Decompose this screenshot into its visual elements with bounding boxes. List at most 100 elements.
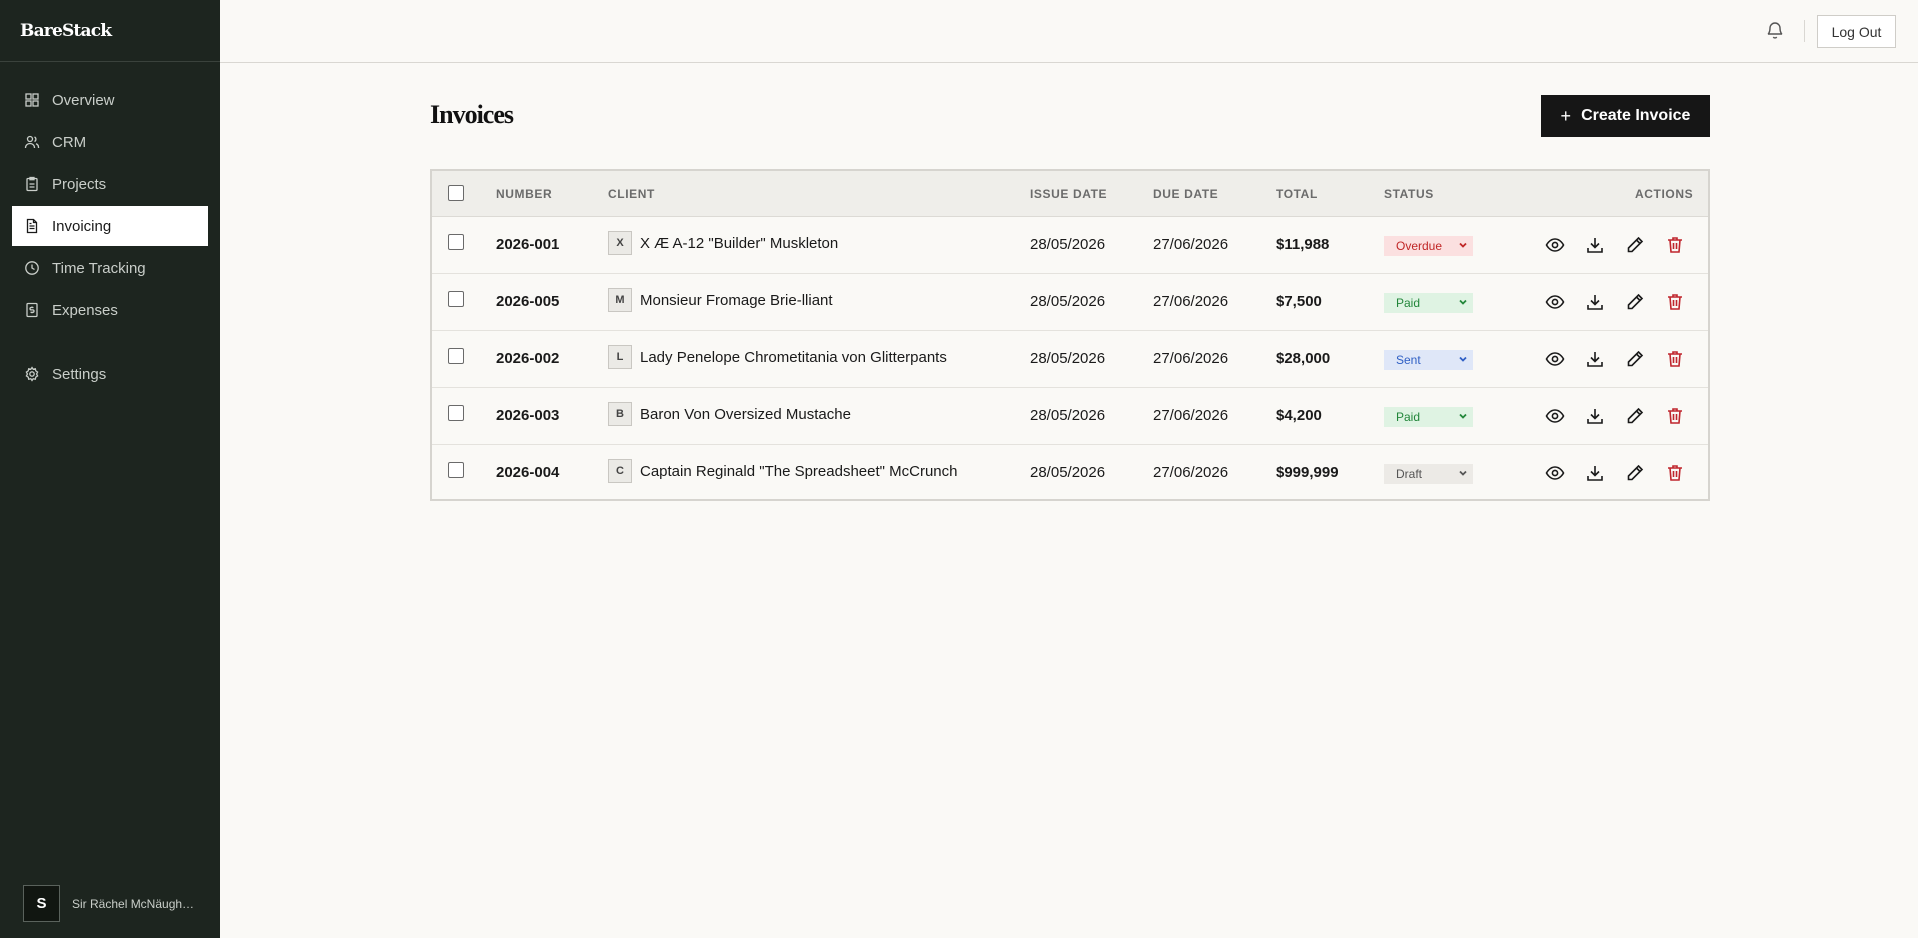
invoice-total: $7,500 xyxy=(1276,293,1322,310)
pencil-icon[interactable] xyxy=(1624,348,1646,370)
pencil-icon[interactable] xyxy=(1624,291,1646,313)
sidebar-item-label: CRM xyxy=(52,133,87,151)
users-icon xyxy=(24,134,40,150)
pencil-icon[interactable] xyxy=(1624,462,1646,484)
client-initial-badge: C xyxy=(608,459,632,483)
due-date: 27/06/2026 xyxy=(1153,407,1229,424)
bell-icon[interactable] xyxy=(1765,20,1785,40)
row-actions xyxy=(1544,234,1686,256)
table-row: 2026-005 M Monsieur Fromage Brie-lliant … xyxy=(432,274,1708,331)
due-date: 27/06/2026 xyxy=(1153,464,1229,481)
due-date: 27/06/2026 xyxy=(1153,293,1229,310)
status-select[interactable]: Paid xyxy=(1384,407,1473,427)
column-header-due-date[interactable]: DUE DATE xyxy=(1153,187,1218,201)
column-header-client[interactable]: CLIENT xyxy=(608,187,655,201)
invoice-total: $28,000 xyxy=(1276,350,1331,367)
trash-icon[interactable] xyxy=(1664,348,1686,370)
trash-icon[interactable] xyxy=(1664,462,1686,484)
invoice-number[interactable]: 2026-002 xyxy=(496,350,559,367)
eye-icon[interactable] xyxy=(1544,234,1566,256)
sidebar-item-expenses[interactable]: Expenses xyxy=(12,290,208,330)
sidebar-nav: Overview CRM Projects Invoicing Time Tra… xyxy=(0,62,220,394)
client-name: Baron Von Oversized Mustache xyxy=(640,405,851,423)
chevron-down-icon xyxy=(1457,410,1469,422)
sidebar-item-invoicing[interactable]: Invoicing xyxy=(12,206,208,246)
sidebar: BareStack Overview CRM Projects Invoicin… xyxy=(0,0,220,938)
eye-icon[interactable] xyxy=(1544,462,1566,484)
brand-logo[interactable]: BareStack xyxy=(0,0,220,62)
trash-icon[interactable] xyxy=(1664,405,1686,427)
pencil-icon[interactable] xyxy=(1624,234,1646,256)
sidebar-item-overview[interactable]: Overview xyxy=(12,80,208,120)
eye-icon[interactable] xyxy=(1544,405,1566,427)
topbar: Log Out xyxy=(220,0,1918,63)
column-header-issue-date[interactable]: ISSUE DATE xyxy=(1030,187,1107,201)
sidebar-item-projects[interactable]: Projects xyxy=(12,164,208,204)
user-name: Sir Rächel McNäughtington xyxy=(72,896,197,911)
column-header-total[interactable]: TOTAL xyxy=(1276,187,1318,201)
sidebar-item-time-tracking[interactable]: Time Tracking xyxy=(12,248,208,288)
row-checkbox[interactable] xyxy=(448,234,464,250)
table-header: NUMBER CLIENT ISSUE DATE DUE DATE TOTAL … xyxy=(432,171,1708,217)
table-row: 2026-003 B Baron Von Oversized Mustache … xyxy=(432,388,1708,445)
row-checkbox[interactable] xyxy=(448,405,464,421)
sidebar-item-crm[interactable]: CRM xyxy=(12,122,208,162)
table-row: 2026-001 X X Æ A-12 "Builder" Muskleton … xyxy=(432,217,1708,274)
status-value: Overdue xyxy=(1396,239,1443,253)
sidebar-item-label: Settings xyxy=(52,365,107,383)
plus-icon: + xyxy=(1560,105,1572,126)
column-header-number[interactable]: NUMBER xyxy=(496,187,552,201)
pencil-icon[interactable] xyxy=(1624,405,1646,427)
clipboard-icon xyxy=(24,176,40,192)
status-select[interactable]: Overdue xyxy=(1384,236,1473,256)
invoices-table: NUMBER CLIENT ISSUE DATE DUE DATE TOTAL … xyxy=(430,169,1710,501)
create-invoice-button[interactable]: + Create Invoice xyxy=(1541,95,1710,137)
download-icon[interactable] xyxy=(1584,234,1606,256)
eye-icon[interactable] xyxy=(1544,348,1566,370)
invoice-total: $4,200 xyxy=(1276,407,1322,424)
invoice-number[interactable]: 2026-005 xyxy=(496,293,559,310)
row-actions xyxy=(1544,462,1686,484)
row-actions xyxy=(1544,405,1686,427)
row-checkbox[interactable] xyxy=(448,462,464,478)
table-row: 2026-002 L Lady Penelope Chrometitania v… xyxy=(432,331,1708,388)
client-name: Lady Penelope Chrometitania von Glitterp… xyxy=(640,348,947,366)
row-checkbox[interactable] xyxy=(448,291,464,307)
status-value: Paid xyxy=(1396,410,1421,424)
download-icon[interactable] xyxy=(1584,291,1606,313)
logout-button[interactable]: Log Out xyxy=(1817,15,1896,48)
row-checkbox[interactable] xyxy=(448,348,464,364)
user-profile[interactable]: S Sir Rächel McNäughtington xyxy=(23,885,197,922)
download-icon[interactable] xyxy=(1584,405,1606,427)
invoice-number[interactable]: 2026-003 xyxy=(496,407,559,424)
select-all-checkbox[interactable] xyxy=(448,185,464,201)
trash-icon[interactable] xyxy=(1664,234,1686,256)
grid-icon xyxy=(24,92,40,108)
trash-icon[interactable] xyxy=(1664,291,1686,313)
table-row: 2026-004 C Captain Reginald "The Spreads… xyxy=(432,445,1708,502)
invoice-number[interactable]: 2026-001 xyxy=(496,236,559,253)
status-select[interactable]: Draft xyxy=(1384,464,1473,484)
avatar: S xyxy=(23,885,60,922)
clock-icon xyxy=(24,260,40,276)
column-header-status[interactable]: STATUS xyxy=(1384,187,1434,201)
client-cell: X X Æ A-12 "Builder" Muskleton xyxy=(608,231,838,255)
status-select[interactable]: Paid xyxy=(1384,293,1473,313)
client-cell: C Captain Reginald "The Spreadsheet" McC… xyxy=(608,459,958,483)
status-select[interactable]: Sent xyxy=(1384,350,1473,370)
status-value: Paid xyxy=(1396,296,1421,310)
download-icon[interactable] xyxy=(1584,348,1606,370)
sidebar-item-settings[interactable]: Settings xyxy=(12,354,208,394)
invoice-number[interactable]: 2026-004 xyxy=(496,464,559,481)
chevron-down-icon xyxy=(1457,296,1469,308)
gear-icon xyxy=(24,366,40,382)
sidebar-item-label: Expenses xyxy=(52,301,118,319)
sidebar-item-label: Invoicing xyxy=(52,217,112,235)
invoice-total: $11,988 xyxy=(1276,236,1330,253)
client-name: X Æ A-12 "Builder" Muskleton xyxy=(640,234,839,252)
eye-icon[interactable] xyxy=(1544,291,1566,313)
client-name: Monsieur Fromage Brie-lliant xyxy=(640,291,833,309)
client-name: Captain Reginald "The Spreadsheet" McCru… xyxy=(640,462,958,480)
download-icon[interactable] xyxy=(1584,462,1606,484)
client-initial-badge: B xyxy=(608,402,632,426)
